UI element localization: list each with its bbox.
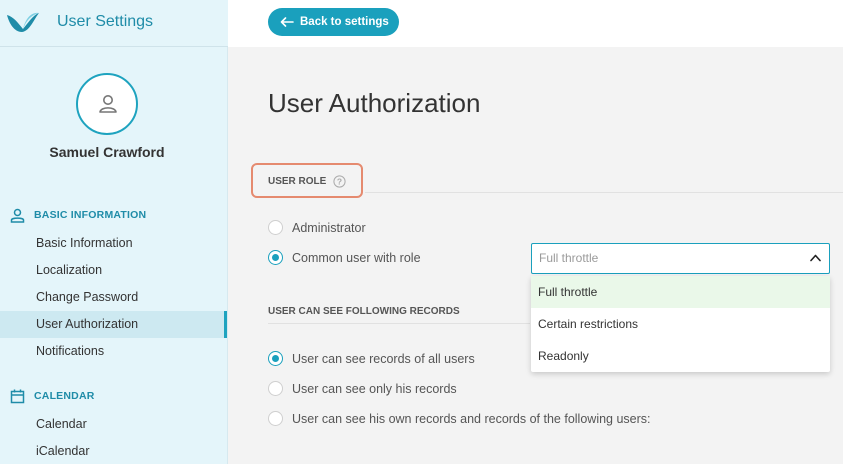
logo-icon bbox=[7, 12, 39, 32]
radio-label: User can see only his records bbox=[292, 381, 457, 396]
radio-button-selected[interactable] bbox=[268, 351, 283, 366]
role-option-common-user[interactable]: Common user with role bbox=[268, 250, 421, 265]
sidebar-item-calendar[interactable]: Calendar bbox=[0, 411, 227, 438]
sidebar-item-user-authorization[interactable]: User Authorization bbox=[0, 311, 227, 338]
sidebar-item-localization[interactable]: Localization bbox=[0, 257, 227, 284]
svg-text:?: ? bbox=[337, 177, 342, 187]
person-icon bbox=[10, 208, 25, 223]
sidebar-item-notifications[interactable]: Notifications bbox=[0, 338, 227, 365]
section-basic-information: BASIC INFORMATION bbox=[10, 207, 146, 223]
sidebar-item-change-password[interactable]: Change Password bbox=[0, 284, 227, 311]
radio-button[interactable] bbox=[268, 381, 283, 396]
user-role-label: USER ROLE ? bbox=[268, 175, 346, 188]
app-title: User Settings bbox=[57, 13, 154, 30]
radio-label: Administrator bbox=[292, 220, 366, 235]
avatar[interactable] bbox=[76, 73, 138, 135]
divider bbox=[365, 192, 843, 193]
user-role-label-text: USER ROLE bbox=[268, 176, 327, 187]
radio-label: User can see records of all users bbox=[292, 351, 475, 366]
dropdown-option-full-throttle[interactable]: Full throttle bbox=[531, 276, 830, 308]
divider bbox=[268, 323, 530, 324]
sidebar-item-basic-information[interactable]: Basic Information bbox=[0, 230, 227, 257]
role-option-administrator[interactable]: Administrator bbox=[268, 220, 366, 235]
help-icon[interactable]: ? bbox=[333, 175, 346, 188]
section-title: CALENDAR bbox=[34, 390, 95, 402]
page-title: User Authorization bbox=[268, 88, 481, 118]
records-label: USER CAN SEE FOLLOWING RECORDS bbox=[268, 306, 460, 317]
back-button-label: Back to settings bbox=[300, 16, 389, 28]
records-option-own-records[interactable]: User can see only his records bbox=[268, 381, 457, 396]
chevron-up-icon bbox=[810, 254, 821, 262]
section-title: BASIC INFORMATION bbox=[34, 209, 147, 221]
radio-button[interactable] bbox=[268, 411, 283, 426]
role-select[interactable]: Full throttle bbox=[531, 243, 830, 274]
records-option-all-users[interactable]: User can see records of all users bbox=[268, 351, 475, 366]
dropdown-option-readonly[interactable]: Readonly bbox=[531, 340, 830, 372]
radio-button-selected[interactable] bbox=[268, 250, 283, 265]
calendar-icon bbox=[10, 389, 25, 403]
role-dropdown-menu: Full throttle Certain restrictions Reado… bbox=[531, 276, 830, 372]
top-bar: Back to settings bbox=[228, 0, 843, 47]
role-select-value: Full throttle bbox=[539, 251, 599, 265]
back-to-settings-button[interactable]: Back to settings bbox=[268, 8, 399, 36]
sidebar: User Settings Samuel Crawford BASIC INFO… bbox=[0, 0, 228, 464]
radio-label: User can see his own records and records… bbox=[292, 411, 651, 426]
arrow-left-icon bbox=[280, 17, 294, 27]
user-icon bbox=[99, 95, 117, 113]
records-option-own-and-following[interactable]: User can see his own records and records… bbox=[268, 411, 651, 426]
sidebar-item-icalendar[interactable]: iCalendar bbox=[0, 438, 227, 464]
user-name: Samuel Crawford bbox=[49, 144, 165, 160]
section-calendar: CALENDAR bbox=[10, 388, 95, 404]
radio-button[interactable] bbox=[268, 220, 283, 235]
brand-header: User Settings bbox=[0, 0, 228, 47]
radio-label: Common user with role bbox=[292, 250, 421, 265]
dropdown-option-certain-restrictions[interactable]: Certain restrictions bbox=[531, 308, 830, 340]
